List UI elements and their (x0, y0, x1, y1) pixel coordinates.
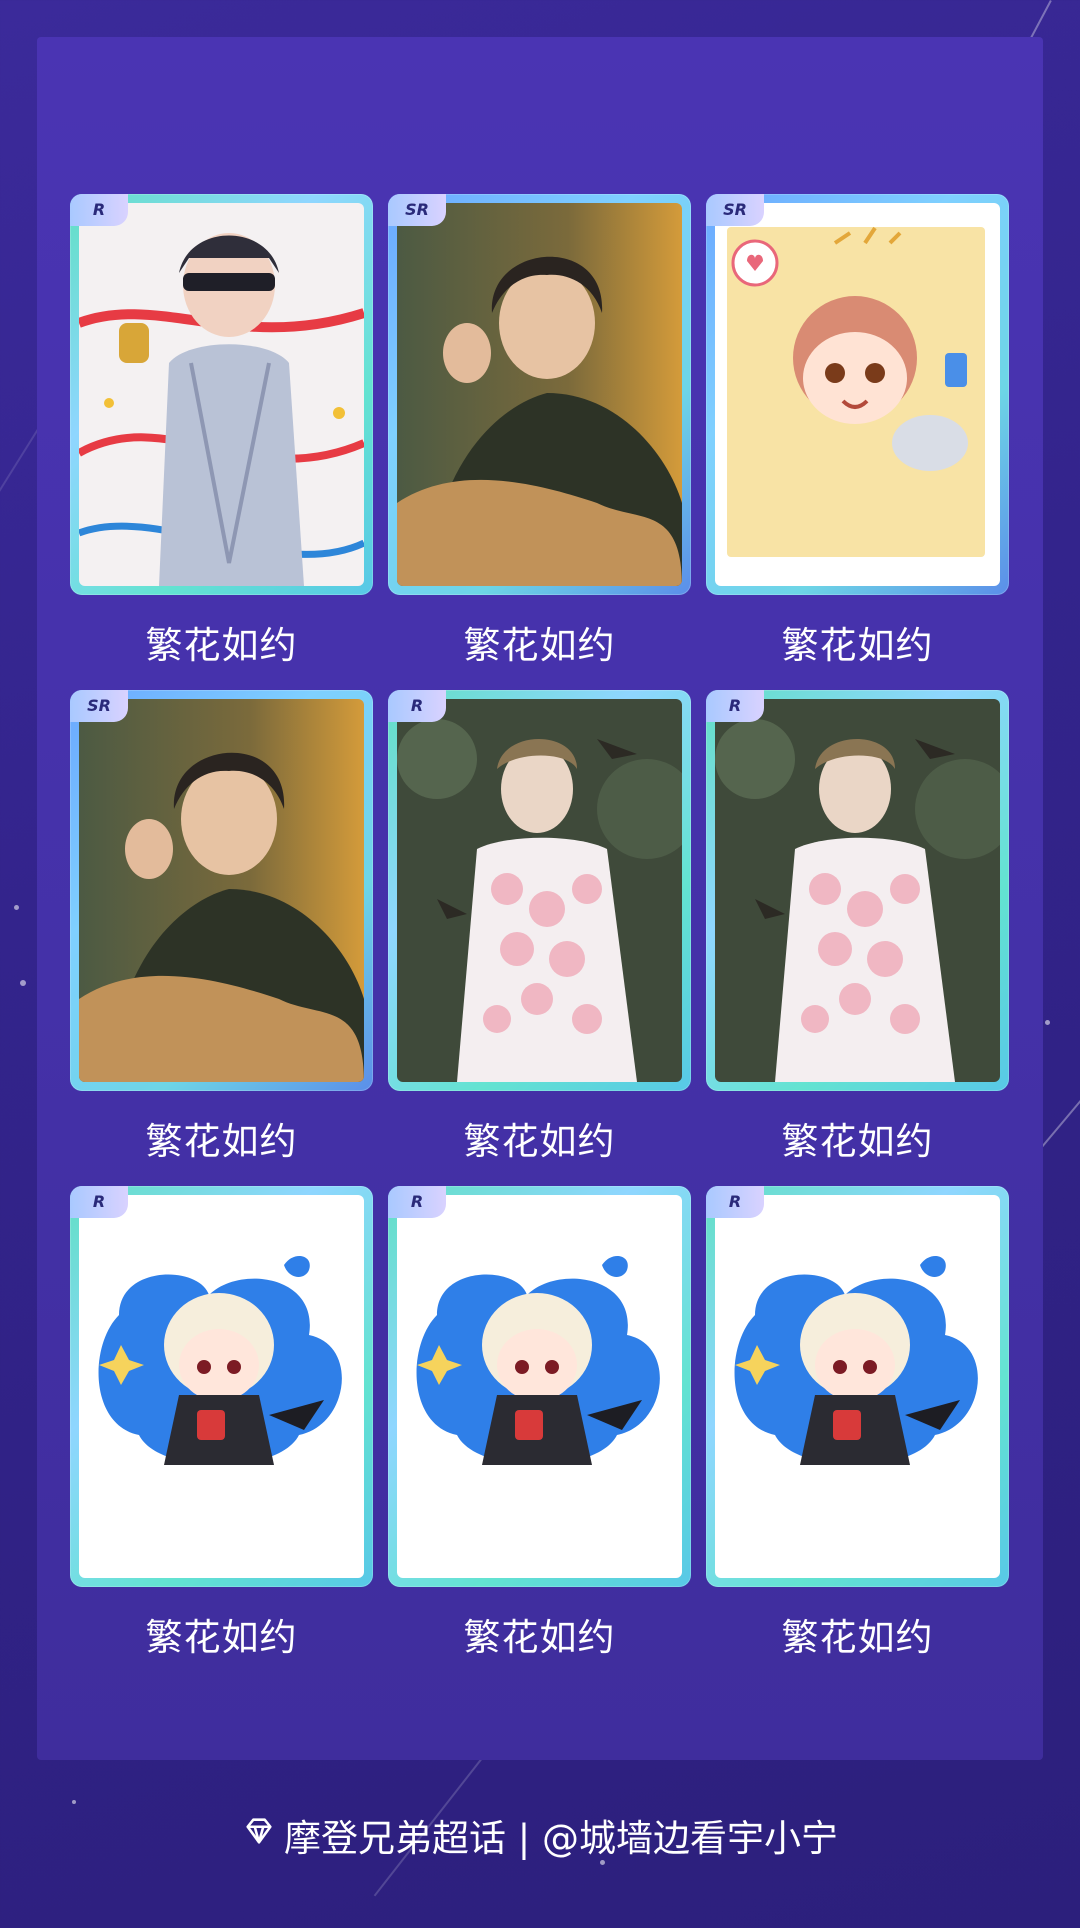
card-art-chibi-vampire-blue-splash (397, 1195, 682, 1578)
card-frame[interactable]: R (388, 1186, 691, 1587)
card-item[interactable]: R 繁花如约 (70, 194, 373, 669)
card-item[interactable]: SR 繁花如约 (388, 194, 691, 669)
footer-credit: 摩登兄弟超话 | @城墙边看宇小宁 (0, 1808, 1080, 1862)
card-art-chibi-vampire-blue-splash (79, 1195, 364, 1578)
card-item[interactable]: SR 繁花如约 (706, 194, 1009, 669)
card-frame[interactable]: R (706, 1186, 1009, 1587)
card-frame[interactable]: SR (706, 194, 1009, 595)
rarity-badge: R (70, 1186, 128, 1218)
card-art-floral-portrait-birds (715, 699, 1000, 1082)
card-item[interactable]: SR 繁花如约 (70, 690, 373, 1165)
card-frame[interactable]: R (706, 690, 1009, 1091)
card-art-painted-portrait-dark-sweater (79, 699, 364, 1082)
rarity-badge: R (706, 1186, 764, 1218)
card-art-painted-portrait-dark-sweater (397, 203, 682, 586)
card-title: 繁花如约 (781, 624, 934, 667)
card-art-floral-portrait-birds (397, 699, 682, 1082)
card-item[interactable]: R 繁花如约 (388, 690, 691, 1165)
card-item[interactable]: R 繁花如约 (706, 690, 1009, 1165)
rarity-badge: R (706, 690, 764, 722)
card-title: 繁花如约 (145, 1616, 298, 1659)
card-title: 繁花如约 (463, 1120, 616, 1163)
card-frame[interactable]: SR (70, 690, 373, 1091)
card-frame[interactable]: R (70, 194, 373, 595)
card-title: 繁花如约 (781, 1120, 934, 1163)
card-title: 繁花如约 (145, 1120, 298, 1163)
card-art-chibi-sticker-collage (715, 203, 1000, 586)
rarity-badge: R (388, 690, 446, 722)
card-frame[interactable]: SR (388, 194, 691, 595)
rarity-badge: SR (706, 194, 764, 226)
card-item[interactable]: R 繁花如约 (388, 1186, 691, 1661)
card-title: 繁花如约 (463, 1616, 616, 1659)
rarity-badge: R (388, 1186, 446, 1218)
card-item[interactable]: R 繁花如约 (706, 1186, 1009, 1661)
rarity-badge: R (70, 194, 128, 226)
rarity-badge: SR (388, 194, 446, 226)
card-collection-panel: R 繁花如约 SR 繁花如约 SR 繁花如约 SR 繁花如约 R 繁花如约 R … (37, 37, 1043, 1760)
card-title: 繁花如约 (463, 624, 616, 667)
card-frame[interactable]: R (70, 1186, 373, 1587)
diamond-icon (242, 1814, 276, 1857)
card-art-sleep-mask-performer (79, 203, 364, 586)
card-art-chibi-vampire-blue-splash (715, 1195, 1000, 1578)
card-item[interactable]: R 繁花如约 (70, 1186, 373, 1661)
rarity-badge: SR (70, 690, 128, 722)
card-frame[interactable]: R (388, 690, 691, 1091)
card-title: 繁花如约 (781, 1616, 934, 1659)
footer-text: 摩登兄弟超话 | @城墙边看宇小宁 (284, 1817, 838, 1860)
card-title: 繁花如约 (145, 624, 298, 667)
